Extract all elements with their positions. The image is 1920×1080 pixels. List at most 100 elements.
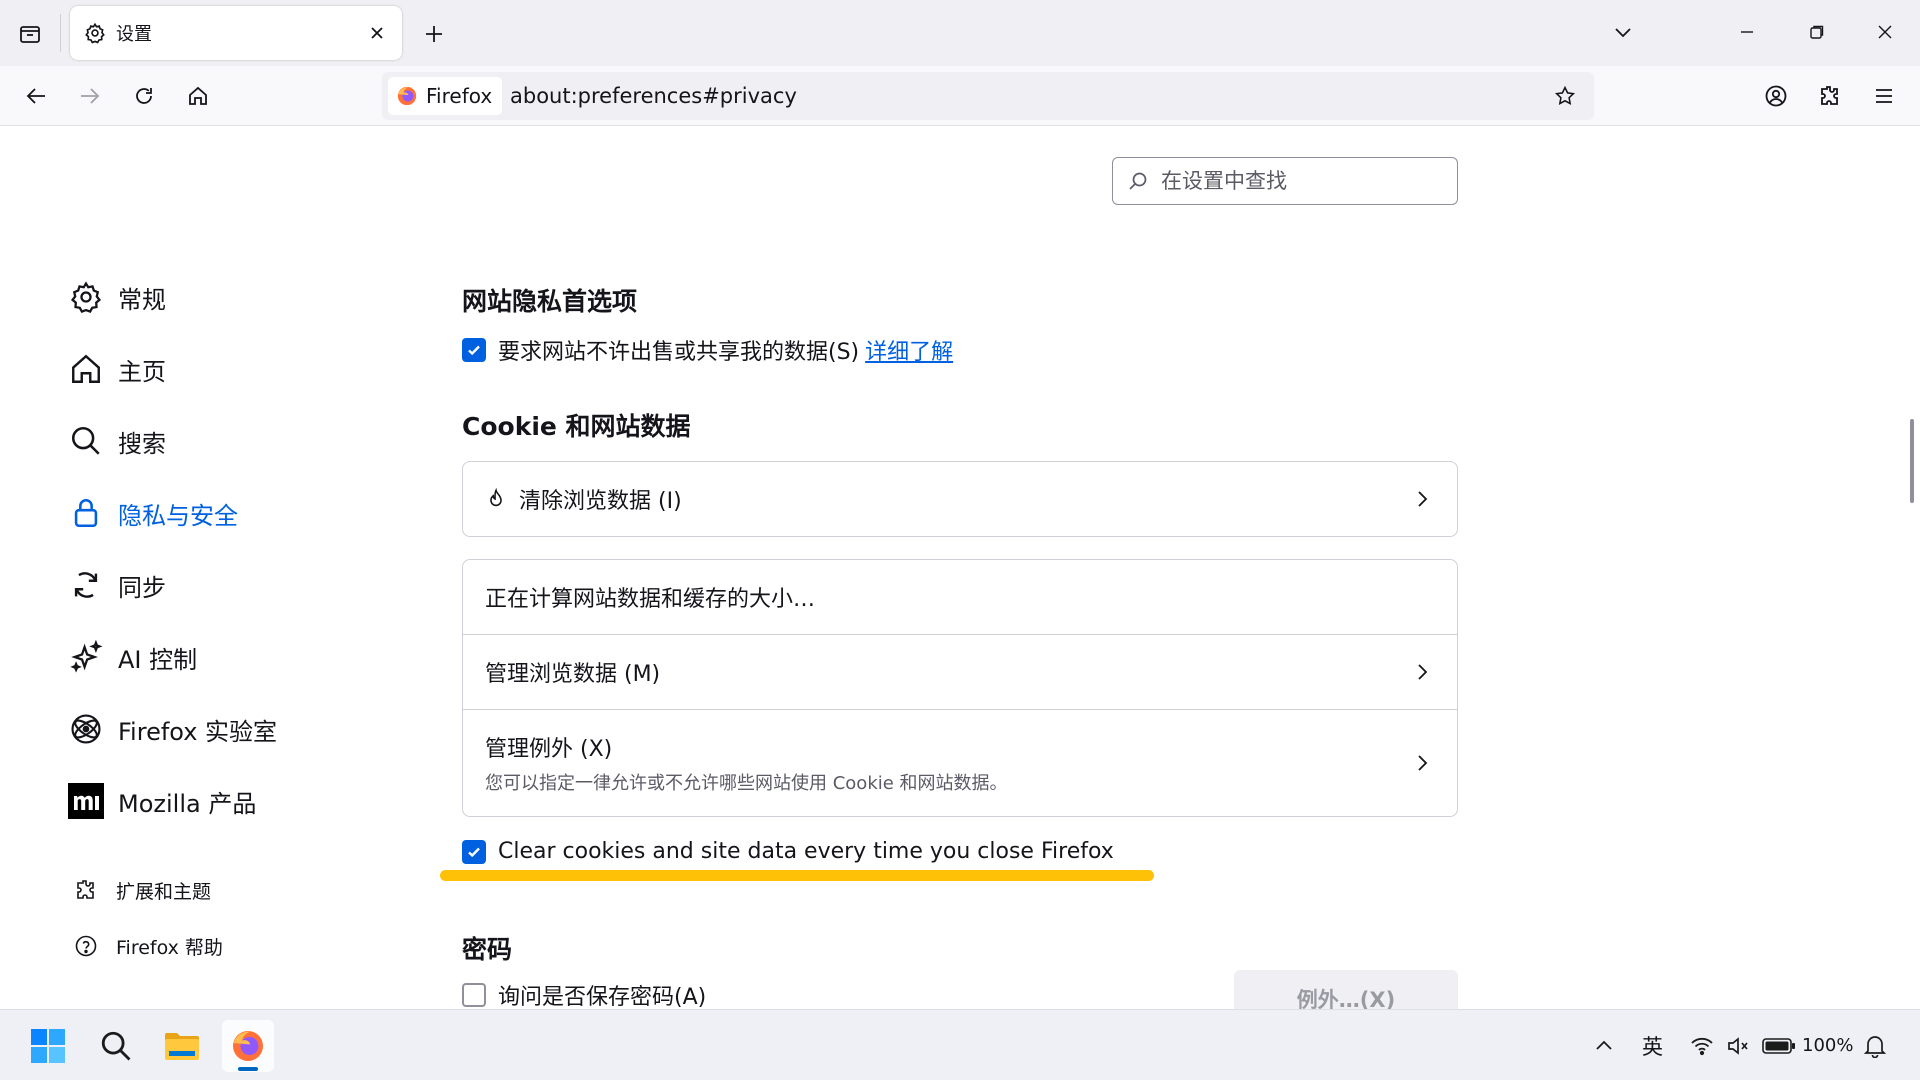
clear-on-close-checkbox[interactable]: [462, 839, 486, 864]
close-icon: [1878, 25, 1892, 39]
wifi-icon: [1691, 1037, 1713, 1055]
sidebar-item-search[interactable]: 搜索: [64, 413, 374, 469]
chevron-down-icon: [1615, 28, 1631, 38]
firefox-view-button[interactable]: [10, 14, 50, 54]
windows-logo-icon: [31, 1029, 65, 1063]
close-window-button[interactable]: [1862, 10, 1908, 54]
help-icon: [70, 930, 102, 962]
battery-percentage: 100%: [1802, 1035, 1854, 1056]
ask-save-passwords-label: 询问是否保存密码(A): [498, 985, 707, 1009]
speaker-muted-icon: [1728, 1036, 1748, 1055]
show-hidden-icons-button[interactable]: [1594, 1010, 1614, 1080]
input-method-indicator[interactable]: 英: [1642, 1010, 1663, 1080]
identity-box[interactable]: Firefox: [388, 77, 503, 115]
privacy-panel: 网站隐私首选项 要求网站不许出售或共享我的数据(S) 详细了解 Cookie 和…: [440, 127, 1458, 1009]
chevron-right-icon: [1411, 751, 1435, 775]
passwords-heading: 密码: [462, 935, 513, 964]
site-data-size-row: 正在计算网站数据和缓存的大小…: [463, 560, 1457, 634]
folder-icon: [165, 1033, 199, 1060]
star-icon: [1554, 85, 1576, 105]
reload-button[interactable]: [124, 76, 164, 116]
restore-button[interactable]: [1794, 10, 1840, 54]
addons-link-label: 扩展和主题: [116, 880, 212, 903]
site-data-size-text: 正在计算网站数据和缓存的大小…: [485, 587, 816, 612]
chevron-up-icon: [1596, 1040, 1612, 1050]
ime-label: 英: [1642, 1034, 1663, 1059]
chevron-right-icon: [1411, 487, 1435, 511]
manage-exceptions-label: 管理例外 (X): [485, 737, 613, 762]
arrow-right-icon: [81, 88, 100, 104]
sidebar-item-privacy[interactable]: 隐私与安全: [64, 485, 374, 541]
sidebar-item-mozilla-products[interactable]: Mozilla 产品: [64, 773, 374, 829]
cookies-heading: Cookie 和网站数据: [462, 412, 691, 441]
gpc-checkbox-row[interactable]: 要求网站不许出售或共享我的数据(S) 详细了解: [462, 334, 953, 366]
clear-on-close-label: Clear cookies and site data every time y…: [498, 839, 1114, 864]
url-text[interactable]: about:preferences#privacy: [510, 72, 797, 120]
extensions-button[interactable]: [1810, 76, 1850, 116]
sidebar-item-label: 搜索: [118, 429, 166, 458]
password-exceptions-button[interactable]: 例外…(X): [1234, 970, 1458, 1009]
manage-data-row[interactable]: 管理浏览数据 (M): [463, 634, 1457, 709]
scrollbar-thumb[interactable]: [1910, 419, 1914, 503]
manage-exceptions-description: 您可以指定一律允许或不允许哪些网站使用 Cookie 和网站数据。: [485, 773, 1008, 794]
file-explorer-button[interactable]: [156, 1020, 208, 1072]
list-all-tabs-button[interactable]: [1600, 10, 1646, 54]
tabstrip-separator: [60, 14, 61, 52]
labs-icon: [64, 707, 108, 751]
home-icon: [64, 347, 108, 391]
ask-save-passwords-row[interactable]: 询问是否保存密码(A): [462, 979, 706, 1009]
manage-exceptions-row[interactable]: 管理例外 (X) 您可以指定一律允许或不允许哪些网站使用 Cookie 和网站数…: [463, 709, 1457, 816]
firefox-taskbar-button[interactable]: [222, 1020, 274, 1072]
account-button[interactable]: [1756, 76, 1796, 116]
battery-icon: [1762, 1037, 1795, 1054]
tab-close-button[interactable]: [360, 16, 394, 50]
mozilla-icon: [64, 779, 108, 823]
taskbar-search-button[interactable]: [90, 1020, 142, 1072]
tab-strip: 设置: [0, 0, 1920, 66]
new-tab-button[interactable]: [414, 14, 454, 54]
help-link-label: Firefox 帮助: [116, 936, 223, 959]
ask-save-passwords-checkbox[interactable]: [462, 983, 486, 1007]
gpc-label: 要求网站不许出售或共享我的数据(S): [498, 340, 860, 365]
addons-link[interactable]: 扩展和主题: [70, 870, 211, 910]
sparkle-icon: [64, 635, 108, 679]
home-button[interactable]: [178, 76, 218, 116]
arrow-left-icon: [26, 88, 45, 104]
app-menu-button[interactable]: [1864, 76, 1904, 116]
learn-more-link[interactable]: 详细了解: [865, 334, 953, 366]
nav-bar: Firefox about:preferences#privacy: [0, 66, 1920, 126]
sidebar-item-label: Firefox 实验室: [118, 717, 278, 746]
bookmark-star-button[interactable]: [1546, 77, 1584, 115]
minimize-button[interactable]: [1724, 10, 1770, 54]
hamburger-icon: [1876, 89, 1892, 103]
clear-data-row[interactable]: 清除浏览数据 (I): [463, 462, 1457, 536]
help-link[interactable]: Firefox 帮助: [70, 926, 223, 966]
notifications-button[interactable]: [1864, 1010, 1886, 1080]
sidebar-item-general[interactable]: 常规: [64, 269, 374, 325]
puzzle-icon: [1821, 86, 1838, 105]
gear-icon: [64, 275, 108, 319]
fire-icon: [490, 488, 502, 507]
quick-settings-button[interactable]: 100%: [1690, 1010, 1853, 1080]
identity-label: Firefox: [426, 84, 493, 108]
back-button[interactable]: [16, 76, 56, 116]
active-app-indicator: [238, 1067, 258, 1071]
forward-button[interactable]: [70, 76, 110, 116]
gpc-checkbox[interactable]: [462, 338, 486, 362]
url-bar[interactable]: Firefox about:preferences#privacy: [382, 72, 1594, 120]
clear-on-close-row[interactable]: Clear cookies and site data every time y…: [462, 839, 1114, 864]
sidebar-item-sync[interactable]: 同步: [64, 557, 374, 613]
website-privacy-heading: 网站隐私首选项: [462, 287, 638, 316]
reload-icon: [136, 88, 152, 104]
sidebar-item-ai-controls[interactable]: AI 控制: [64, 629, 374, 685]
gear-icon: [82, 20, 108, 46]
tab-settings[interactable]: 设置: [70, 6, 402, 60]
sidebar-item-label: 常规: [118, 285, 166, 314]
sidebar-item-home[interactable]: 主页: [64, 341, 374, 397]
start-button[interactable]: [22, 1020, 74, 1072]
plus-icon: [426, 26, 442, 42]
sidebar-item-label: 主页: [118, 357, 166, 386]
site-data-box: 正在计算网站数据和缓存的大小… 管理浏览数据 (M) 管理例外 (X) 您可以指…: [462, 559, 1458, 817]
checkmark-icon: [468, 847, 480, 857]
sidebar-item-labs[interactable]: Firefox 实验室: [64, 701, 374, 757]
